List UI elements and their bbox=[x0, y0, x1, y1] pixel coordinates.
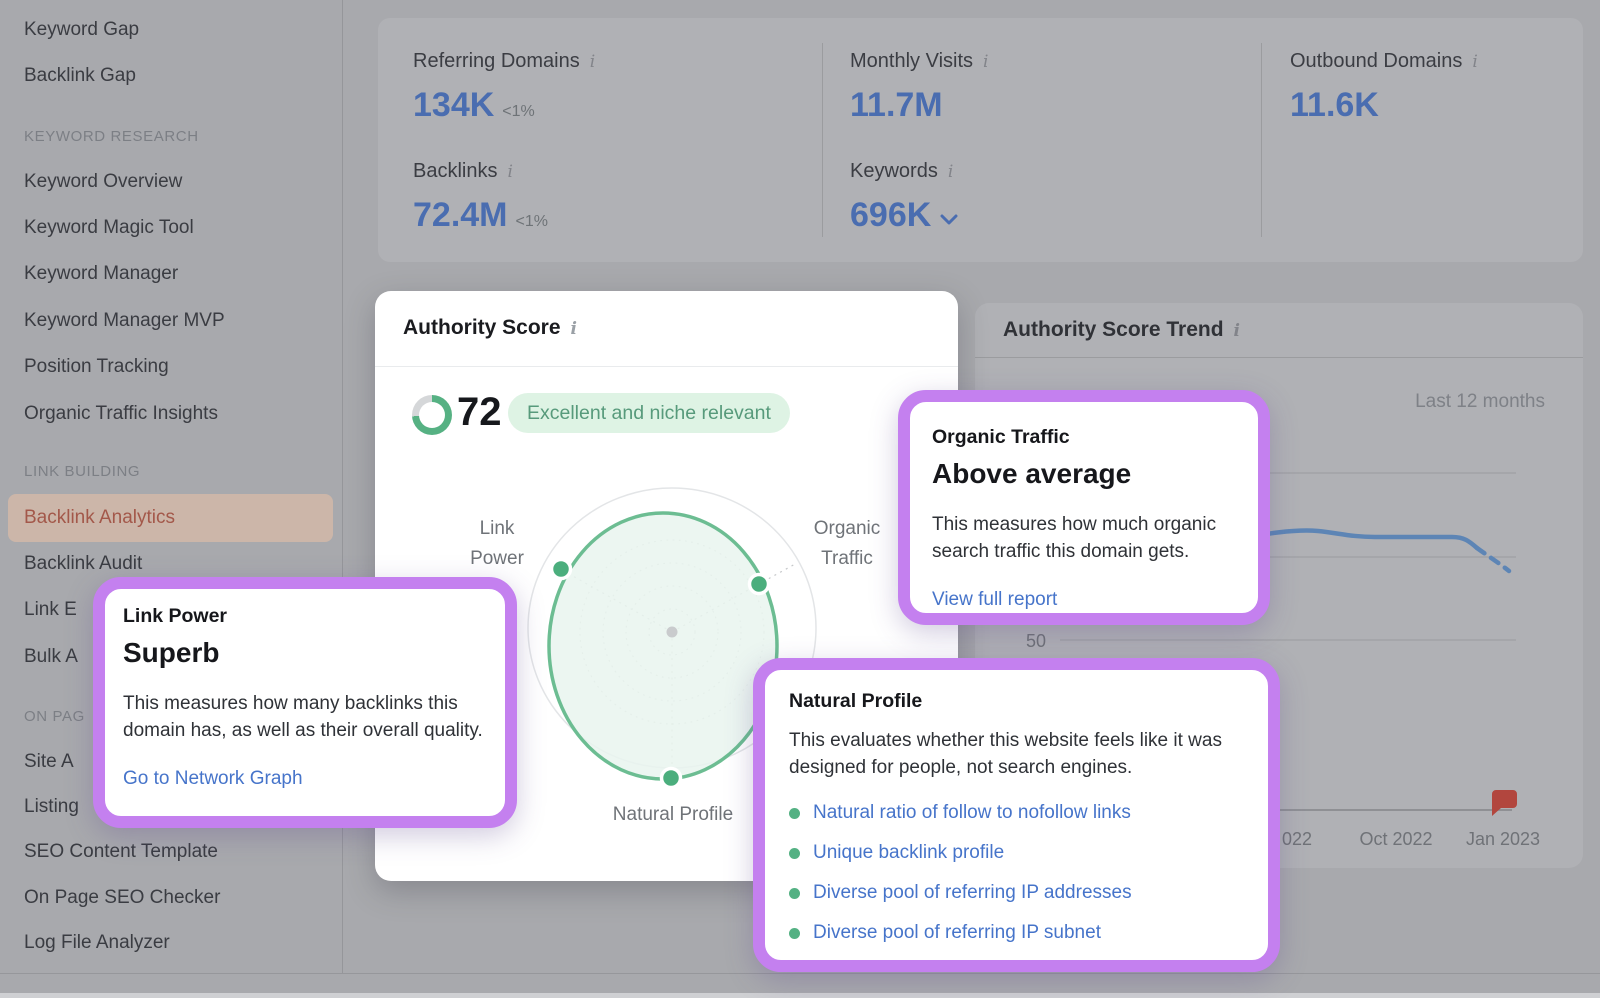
tooltip-rating: Above average bbox=[932, 456, 1240, 492]
sidebar-item-link-e[interactable]: Link E bbox=[24, 596, 77, 624]
metric-value: 11.6K bbox=[1290, 86, 1379, 124]
x-tick-jan-2023: Jan 2023 bbox=[1466, 829, 1540, 849]
metric-keywords: Keywords i 696K bbox=[850, 158, 958, 235]
trend-line-dashed-tail bbox=[1477, 548, 1509, 571]
tooltip-organic-traffic: Organic Traffic Above average This measu… bbox=[898, 390, 1270, 625]
bullet-label: Diverse pool of referring IP subnet bbox=[813, 922, 1101, 944]
bullet-dot-icon bbox=[789, 928, 800, 939]
bullet-link-follow-ratio[interactable]: Natural ratio of follow to nofollow link… bbox=[789, 793, 1242, 833]
metric-value: 696K bbox=[850, 196, 931, 234]
sidebar-section-on-page: ON PAG bbox=[24, 706, 85, 728]
sidebar-item-listing[interactable]: Listing bbox=[24, 793, 79, 821]
bullet-label: Unique backlink profile bbox=[813, 842, 1004, 864]
metric-outbound-domains: Outbound Domains i 11.6K bbox=[1290, 48, 1478, 125]
view-full-report-link[interactable]: View full report bbox=[932, 589, 1057, 611]
go-to-network-graph-link[interactable]: Go to Network Graph bbox=[123, 768, 303, 790]
bullet-dot-icon bbox=[789, 848, 800, 859]
metric-label: Monthly Visits bbox=[850, 50, 973, 72]
sidebar-item-site-a[interactable]: Site A bbox=[24, 748, 74, 776]
tooltip-title: Natural Profile bbox=[789, 688, 1242, 714]
sidebar-item-log-file-analyzer[interactable]: Log File Analyzer bbox=[24, 929, 170, 957]
tooltip-body: This measures how many backlinks this do… bbox=[123, 691, 489, 744]
keywords-dropdown[interactable]: 696K bbox=[850, 195, 958, 235]
metric-label: Keywords bbox=[850, 160, 938, 182]
x-tick-oct-2022: Oct 2022 bbox=[1359, 829, 1432, 849]
metric-referring-domains: Referring Domains i 134K <1% bbox=[413, 48, 595, 132]
tooltip-body: This measures how much organic search tr… bbox=[932, 512, 1240, 565]
sidebar-item-keyword-gap[interactable]: Keyword Gap bbox=[24, 16, 139, 44]
bullet-link-ip-addresses[interactable]: Diverse pool of referring IP addresses bbox=[789, 873, 1242, 913]
axis-label-organic-traffic: Organic bbox=[814, 518, 881, 539]
sidebar-item-backlink-analytics[interactable]: Backlink Analytics bbox=[24, 504, 175, 532]
info-icon[interactable]: i bbox=[983, 52, 988, 72]
tooltip-title: Organic Traffic bbox=[932, 424, 1240, 450]
annotation-flag-icon[interactable] bbox=[1492, 790, 1517, 816]
bullet-link-unique-profile[interactable]: Unique backlink profile bbox=[789, 833, 1242, 873]
sidebar-item-keyword-magic-tool[interactable]: Keyword Magic Tool bbox=[24, 214, 194, 242]
bottom-divider bbox=[0, 973, 1600, 974]
metric-monthly-visits: Monthly Visits i 11.7M bbox=[850, 48, 988, 125]
radar-point-link-power bbox=[552, 560, 571, 579]
sidebar-item-on-page-seo-checker[interactable]: On Page SEO Checker bbox=[24, 884, 220, 912]
backlink-analytics-page: Keyword Gap Backlink Gap KEYWORD RESEARC… bbox=[0, 0, 1600, 998]
sidebar-item-bulk-a[interactable]: Bulk A bbox=[24, 643, 78, 671]
metric-label: Referring Domains bbox=[413, 50, 580, 72]
tooltip-body: This evaluates whether this website feel… bbox=[789, 728, 1242, 781]
tooltip-title: Link Power bbox=[123, 603, 489, 629]
sidebar-item-keyword-overview[interactable]: Keyword Overview bbox=[24, 168, 182, 196]
sidebar-item-keyword-manager[interactable]: Keyword Manager bbox=[24, 260, 178, 288]
metric-value: 11.7M bbox=[850, 86, 943, 124]
info-icon[interactable]: i bbox=[1472, 52, 1477, 72]
axis-label-link-power: Power bbox=[470, 548, 525, 569]
radar-point-organic-traffic bbox=[750, 575, 769, 594]
sidebar-section-keyword-research: KEYWORD RESEARCH bbox=[24, 126, 199, 148]
axis-label-natural-profile: Natural Profile bbox=[613, 804, 733, 825]
stats-divider bbox=[822, 43, 823, 237]
sidebar-section-link-building: LINK BUILDING bbox=[24, 461, 140, 483]
axis-label-link-power: Link bbox=[480, 518, 515, 539]
radar-point-natural-profile bbox=[662, 769, 681, 788]
bullet-label: Natural ratio of follow to nofollow link… bbox=[813, 802, 1131, 824]
sidebar-item-organic-traffic-insights[interactable]: Organic Traffic Insights bbox=[24, 400, 218, 428]
info-icon[interactable]: i bbox=[948, 162, 953, 182]
sidebar-item-backlink-gap[interactable]: Backlink Gap bbox=[24, 62, 136, 90]
y-tick-50: 50 bbox=[1026, 631, 1046, 651]
metric-label: Outbound Domains bbox=[1290, 50, 1462, 72]
metric-label: Backlinks bbox=[413, 160, 497, 182]
sidebar-item-backlink-audit[interactable]: Backlink Audit bbox=[24, 550, 142, 578]
domain-overview-stats: Referring Domains i 134K <1% Backlinks i 72… bbox=[378, 18, 1583, 262]
stats-divider bbox=[1261, 43, 1262, 237]
radar-area bbox=[549, 513, 777, 779]
sidebar-item-seo-content-template[interactable]: SEO Content Template bbox=[24, 838, 218, 866]
bottom-edge bbox=[0, 993, 1600, 998]
tooltip-link-power: Link Power Superb This measures how many… bbox=[93, 577, 517, 828]
sidebar-item-keyword-manager-mvp[interactable]: Keyword Manager MVP bbox=[24, 307, 225, 335]
tooltip-natural-profile: Natural Profile This evaluates whether t… bbox=[753, 658, 1280, 972]
axis-label-organic-traffic: Traffic bbox=[821, 548, 873, 569]
bullet-label: Diverse pool of referring IP addresses bbox=[813, 882, 1132, 904]
info-icon[interactable]: i bbox=[590, 52, 595, 72]
metric-delta: <1% bbox=[502, 103, 534, 120]
bullet-dot-icon bbox=[789, 808, 800, 819]
metric-delta: <1% bbox=[516, 213, 548, 230]
metric-value: 134K bbox=[413, 86, 494, 124]
metric-value: 72.4M bbox=[413, 196, 508, 234]
sidebar-item-position-tracking[interactable]: Position Tracking bbox=[24, 353, 169, 381]
info-icon[interactable]: i bbox=[507, 162, 512, 182]
authority-score-trend-line bbox=[1240, 531, 1477, 548]
x-tick-jul-2022: 022 bbox=[1282, 829, 1312, 849]
bullet-dot-icon bbox=[789, 888, 800, 899]
chevron-down-icon bbox=[940, 214, 958, 226]
bullet-link-ip-subnet[interactable]: Diverse pool of referring IP subnet bbox=[789, 913, 1242, 953]
tooltip-rating: Superb bbox=[123, 635, 489, 671]
metric-backlinks: Backlinks i 72.4M <1% bbox=[413, 158, 548, 242]
